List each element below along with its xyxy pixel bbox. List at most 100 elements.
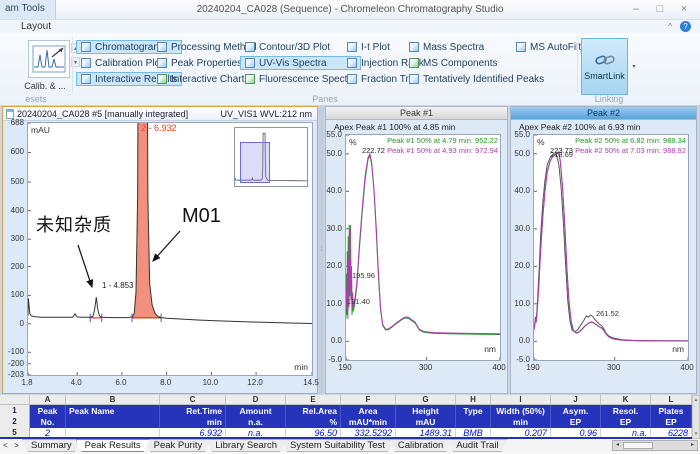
column-letter-F[interactable]: F xyxy=(341,395,396,405)
peak1-retention-label: 1 - 4.853 xyxy=(102,281,134,290)
peak2-pane-title[interactable]: Peak #2 xyxy=(511,107,696,120)
header-unit-cell[interactable] xyxy=(456,417,491,428)
peak1-plot[interactable]: % Peak #1 50% at 4.79 min: 952.22 222.72… xyxy=(345,134,501,361)
horizontal-scrollbar[interactable]: ◂ ▸ xyxy=(612,440,698,451)
header-unit-cell[interactable]: mAU*min xyxy=(341,417,396,428)
column-letter-C[interactable]: C xyxy=(160,395,226,405)
help-icon[interactable]: ? xyxy=(680,21,691,32)
table-row: ABCDEFGHIJKL xyxy=(0,395,692,405)
header-unit-cell[interactable]: EP xyxy=(551,417,601,428)
impurity-annotation: 未知杂质 xyxy=(36,211,112,237)
header-cell[interactable]: Plates xyxy=(651,405,692,417)
zoom-region-rectangle[interactable] xyxy=(240,142,270,183)
scroll-left-icon[interactable]: ◂ xyxy=(613,441,622,450)
sheet-tab-library-search[interactable]: Library Search xyxy=(206,439,286,452)
scroll-down-icon[interactable]: ▾ xyxy=(693,430,699,438)
header-unit-cell[interactable]: % xyxy=(286,417,341,428)
data-cell[interactable]: 2 xyxy=(30,428,66,437)
data-cell[interactable]: 332.5292 xyxy=(341,428,396,437)
sheet-tab-audit-trail[interactable]: Audit Trail xyxy=(447,439,507,452)
scrollbar-thumb[interactable] xyxy=(623,442,653,449)
tab-scroll-right-icon[interactable]: > xyxy=(11,439,22,452)
column-letter-A[interactable]: A xyxy=(30,395,66,405)
data-cell[interactable]: 6.932 xyxy=(160,428,226,437)
collapse-ribbon-icon[interactable]: ^ xyxy=(668,22,672,31)
header-unit-cell[interactable]: No. xyxy=(30,417,66,428)
data-cell[interactable]: 1489.31 xyxy=(396,428,456,437)
peak2-y-axis: 55.050.040.030.020.010.00.0-5.0 xyxy=(513,134,532,361)
tab-layout[interactable]: Layout xyxy=(12,20,60,33)
header-cell[interactable]: Peak Name xyxy=(66,405,160,417)
header-cell[interactable]: Height xyxy=(396,405,456,417)
data-cell[interactable]: 6228 xyxy=(651,428,692,437)
corner-cell[interactable] xyxy=(0,395,30,405)
sheet-tab-summary[interactable]: Summary xyxy=(22,439,81,452)
chromatogram-pane[interactable]: 20240204_CA028 #5 [manually integrated] … xyxy=(2,106,318,394)
column-letter-B[interactable]: B xyxy=(66,395,160,405)
header-cell[interactable]: Rel.Area xyxy=(286,405,341,417)
header-cell[interactable]: Amount xyxy=(226,405,286,417)
x-tick-label: 4.0 xyxy=(64,378,88,387)
sheet-tab-peak-results[interactable]: Peak Results xyxy=(76,439,150,452)
column-letter-L[interactable]: L xyxy=(651,395,692,405)
header-unit-cell[interactable]: EP xyxy=(601,417,651,428)
ribbon-item-label: Peak Properties xyxy=(171,58,242,69)
sheet-tab-system-suitability-test[interactable]: System Suitability Test xyxy=(281,439,394,452)
scroll-up-icon[interactable]: ▴ xyxy=(693,396,699,404)
chromatogram-plot[interactable]: mAU min 2 - 6.932 未知杂质 M01 1 - 4.853 xyxy=(27,122,313,376)
header-cell[interactable]: Ret.Time xyxy=(160,405,226,417)
header-unit-cell[interactable]: EP xyxy=(651,417,692,428)
table-vertical-scrollbar[interactable]: ▴ ▾ xyxy=(692,395,700,439)
column-letter-K[interactable]: K xyxy=(601,395,651,405)
data-cell[interactable]: n.a. xyxy=(601,428,651,437)
header-cell[interactable]: Width (50%) xyxy=(491,405,551,417)
header-cell[interactable]: Area xyxy=(341,405,396,417)
mass-spectra-icon xyxy=(409,42,419,52)
data-cell[interactable] xyxy=(66,428,160,437)
row-number-cell[interactable]: 5 xyxy=(0,428,30,437)
column-letter-J[interactable]: J xyxy=(551,395,601,405)
header-unit-cell[interactable]: min xyxy=(491,417,551,428)
smartlink-button[interactable]: SmartLink xyxy=(581,38,628,95)
overview-inset[interactable] xyxy=(234,127,308,187)
preset-label[interactable]: Calib. & ... xyxy=(12,81,78,91)
column-letter-G[interactable]: G xyxy=(396,395,456,405)
pane-splitter[interactable]: ⁞ xyxy=(319,106,324,394)
peak2-plot[interactable]: % Peak #2 50% at 6.82 min: 988.34 223.73… xyxy=(533,134,689,361)
column-letter-H[interactable]: H xyxy=(456,395,491,405)
restore-icon[interactable]: □ xyxy=(648,1,672,18)
data-cell[interactable]: n.a. xyxy=(226,428,286,437)
program-tools-tab[interactable]: am Tools xyxy=(0,0,56,19)
ribbon-item-tentatively-identified-peaks[interactable]: Tentatively Identified Peaks xyxy=(404,72,549,86)
data-cell[interactable]: 96.50 xyxy=(286,428,341,437)
sheet-tab-calibration[interactable]: Calibration xyxy=(389,439,452,452)
column-letter-E[interactable]: E xyxy=(286,395,341,405)
row-number-cell[interactable]: 2 xyxy=(0,417,30,428)
data-cell[interactable]: 0.207 xyxy=(491,428,551,437)
header-unit-cell[interactable] xyxy=(66,417,160,428)
header-cell[interactable]: Type xyxy=(456,405,491,417)
peak1-pane-title[interactable]: Peak #1 xyxy=(326,107,507,120)
header-cell[interactable]: Resol. xyxy=(601,405,651,417)
close-icon[interactable]: × xyxy=(672,1,696,18)
preset-button[interactable] xyxy=(28,40,70,78)
header-cell[interactable]: Asym. xyxy=(551,405,601,417)
row-number-cell[interactable]: 1 xyxy=(0,405,30,417)
peak2-spectrum-pane[interactable]: Peak #2 Apex Peak #2 100% at 6.93 min 55… xyxy=(510,106,697,394)
sheet-tab-peak-purity[interactable]: Peak Purity xyxy=(145,439,212,452)
y-tick-label: 0.0 xyxy=(519,336,530,345)
ribbon-item-ms-components[interactable]: MS Components xyxy=(404,56,549,70)
tab-scroll-left-icon[interactable]: < xyxy=(0,439,11,452)
data-cell[interactable]: BMB xyxy=(456,428,491,437)
header-unit-cell[interactable]: n.a. xyxy=(226,417,286,428)
header-unit-cell[interactable]: min xyxy=(160,417,226,428)
column-letter-D[interactable]: D xyxy=(226,395,286,405)
data-cell[interactable]: 0.96 xyxy=(551,428,601,437)
header-unit-cell[interactable]: mAU xyxy=(396,417,456,428)
header-cell[interactable]: Peak xyxy=(30,405,66,417)
minimize-icon[interactable]: – xyxy=(624,1,648,18)
column-letter-I[interactable]: I xyxy=(491,395,551,405)
smartlink-dropdown-icon[interactable]: ▾ xyxy=(629,38,639,95)
scroll-right-icon[interactable]: ▸ xyxy=(688,441,697,450)
peak1-spectrum-pane[interactable]: Peak #1 Apex Peak #1 100% at 4.85 min 55… xyxy=(325,106,508,394)
